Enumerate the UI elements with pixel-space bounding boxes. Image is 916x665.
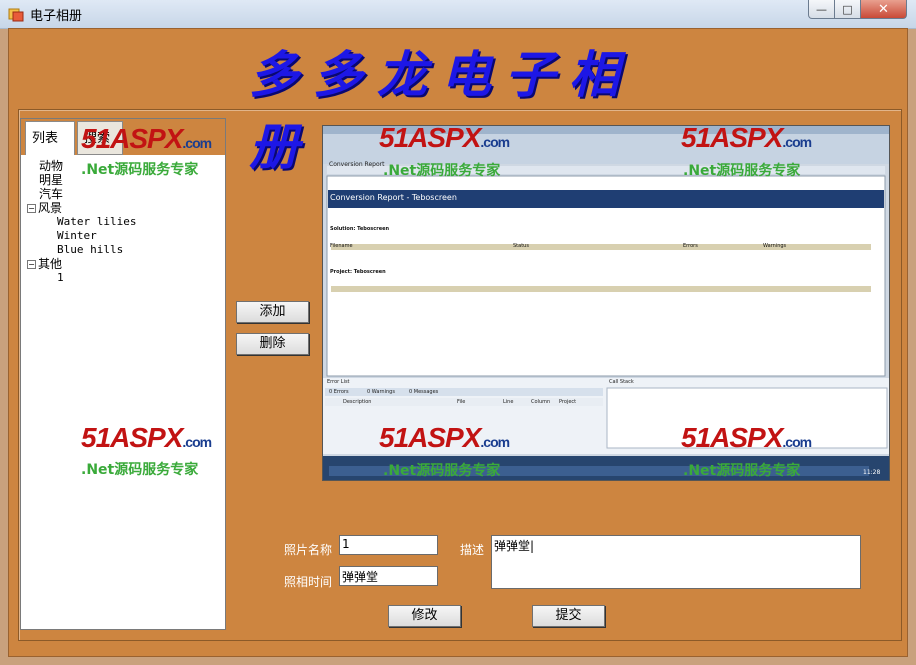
photo-error-tab: 0 Warnings: [367, 389, 395, 395]
tree-node-label[interactable]: 风景: [38, 201, 62, 215]
app-icon: [8, 6, 24, 22]
watermark-slogan: .Net源码服务专家: [383, 463, 501, 479]
description-textarea[interactable]: 弹弹堂|: [491, 535, 861, 589]
tree-node-expandable[interactable]: − 其他: [27, 257, 136, 271]
watermark-logo: 51ASPX.com: [81, 123, 212, 154]
tree-node-expandable[interactable]: − 风景: [27, 201, 136, 215]
tab-list[interactable]: 列表: [25, 121, 75, 155]
photo-report-title: Conversion Report - Teboscreen: [330, 193, 457, 202]
watermark-logo: 51ASPX.com: [681, 422, 812, 453]
watermark-slogan: .Net源码服务专家: [683, 463, 801, 479]
photo-time-label: 照相时间: [284, 575, 333, 589]
watermark-logo: 51ASPX.com: [379, 125, 510, 153]
tree-leaf[interactable]: Winter: [27, 229, 136, 243]
watermark-logo: 51ASPX.com: [379, 422, 510, 453]
photo-time-input[interactable]: 弹弹堂: [339, 566, 438, 586]
watermark-slogan: .Net源码服务专家: [383, 163, 501, 179]
photo-panel-label: Call Stack: [609, 379, 634, 385]
photo-error-tab: 0 Messages: [409, 389, 439, 395]
album-title: 多多龙电子相册: [249, 45, 633, 176]
title-bar: 电子相册 — □ ✕: [0, 0, 916, 29]
photo-column: Errors: [683, 243, 698, 249]
collapse-icon[interactable]: −: [27, 260, 36, 269]
add-button[interactable]: 添加: [236, 301, 309, 323]
photo-error-col: Column: [531, 399, 551, 405]
photo-name-label: 照片名称: [284, 543, 333, 557]
photo-tab-label: Conversion Report: [329, 161, 385, 168]
photo-clock: 11:28: [863, 469, 881, 476]
collapse-icon[interactable]: −: [27, 204, 36, 213]
photo-name-input[interactable]: 1: [339, 535, 438, 555]
photo-error-col: Line: [503, 399, 514, 405]
tree-node[interactable]: 汽车: [27, 187, 136, 201]
watermark-slogan: .Net源码服务专家: [81, 162, 199, 178]
tree-leaf[interactable]: Blue hills: [27, 243, 136, 257]
photo-column: Status: [513, 243, 529, 249]
tree-leaf[interactable]: 1: [27, 271, 136, 285]
watermark-logo: 51ASPX.com: [81, 422, 212, 453]
photo-error-tab: 0 Errors: [329, 389, 349, 395]
tree-leaf[interactable]: Water lilies: [27, 215, 136, 229]
watermark-slogan: .Net源码服务专家: [683, 163, 801, 179]
watermark-logo: 51ASPX.com: [681, 125, 812, 153]
modify-button[interactable]: 修改: [388, 605, 461, 627]
photo-column: Warnings: [763, 243, 787, 249]
photo-solution-label: Solution: Teboscreen: [330, 226, 390, 232]
photo-error-col: File: [457, 399, 466, 405]
photo-project-label: Project: Teboscreen: [330, 269, 386, 275]
photo-panel-label: Error List: [327, 379, 350, 385]
category-panel: 列表 搜索 动物 明星 汽车 − 风景 Water lilies Winter B…: [20, 118, 226, 630]
photo-error-col: Description: [343, 399, 372, 405]
watermark-slogan: .Net源码服务专家: [81, 462, 199, 478]
delete-button[interactable]: 删除: [236, 333, 309, 355]
tree-node-label[interactable]: 其他: [38, 257, 62, 271]
description-label: 描述: [460, 543, 485, 557]
submit-button[interactable]: 提交: [532, 605, 605, 627]
minimize-button[interactable]: —: [808, 0, 835, 19]
close-button[interactable]: ✕: [860, 0, 907, 19]
photo-preview: Conversion Report Conversion Report - Te…: [322, 125, 890, 481]
window-title: 电子相册: [30, 9, 83, 24]
maximize-button[interactable]: □: [834, 0, 861, 19]
photo-column: Filename: [330, 243, 353, 249]
photo-error-col: Project: [559, 399, 577, 405]
